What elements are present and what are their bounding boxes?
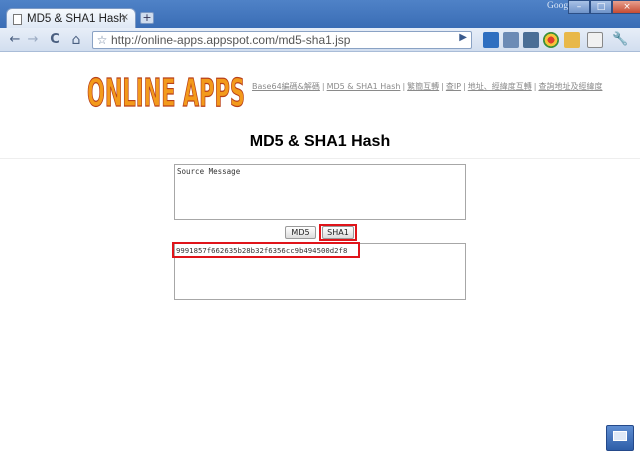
back-arrow-icon[interactable]: ←: [6, 31, 24, 49]
page-title: MD5 & SHA1 Hash: [249, 133, 391, 150]
hash-highlight-box: [172, 242, 360, 258]
svg-text:ONLINE APPS: ONLINE APPS: [87, 71, 245, 115]
wrench-menu-icon[interactable]: 🔧: [612, 32, 628, 48]
nav-link-md5-sha1[interactable]: MD5 & SHA1 Hash: [327, 82, 401, 91]
reload-icon[interactable]: C: [46, 31, 64, 49]
address-bar[interactable]: ☆ http://online-apps.appspot.com/md5-sha…: [92, 31, 472, 49]
address-url[interactable]: http://online-apps.appspot.com/md5-sha1.…: [111, 33, 350, 47]
forward-arrow-icon[interactable]: →: [24, 31, 42, 49]
nav-link-address-coords[interactable]: 地址、經緯度互轉: [468, 82, 532, 91]
close-window-button[interactable]: ×: [612, 0, 640, 14]
home-icon[interactable]: ⌂: [67, 31, 85, 49]
nav-link-traditional-simplified[interactable]: 繁簡互轉: [407, 82, 439, 91]
md5-button[interactable]: MD5: [285, 226, 316, 239]
source-message-input[interactable]: Source Message: [174, 164, 466, 220]
online-apps-logo[interactable]: ONLINE APPS: [85, 60, 247, 116]
nav-link-base64[interactable]: Base64編碼&解碼: [252, 82, 320, 91]
extension-chrome-icon[interactable]: [543, 32, 559, 48]
browser-titlebar: MD5 & SHA1 Hash × + Google – □ ×: [0, 0, 640, 29]
divider: [0, 158, 640, 159]
extension-x-icon[interactable]: [483, 32, 499, 48]
monitor-icon: [613, 431, 627, 441]
window-controls: – □ ×: [568, 0, 640, 14]
extension-puzzle-icon[interactable]: [564, 32, 580, 48]
minimize-button[interactable]: –: [568, 0, 590, 14]
go-icon[interactable]: ▶: [459, 32, 467, 43]
browser-tab[interactable]: MD5 & SHA1 Hash ×: [6, 8, 136, 29]
sha1-highlight-box: [319, 224, 357, 241]
site-nav: Base64編碼&解碼 | MD5 & SHA1 Hash | 繁簡互轉 | 查IP | 地址、…: [252, 82, 603, 91]
maximize-button[interactable]: □: [590, 0, 612, 14]
tab-close-icon[interactable]: ×: [121, 12, 129, 23]
extension-calendar-icon[interactable]: [503, 32, 519, 48]
new-tab-button[interactable]: +: [140, 12, 154, 24]
nav-link-ip-lookup[interactable]: 查IP: [446, 82, 461, 91]
extension-counter-icon[interactable]: [523, 32, 539, 48]
network-tray-icon[interactable]: [606, 425, 634, 451]
bookmark-star-icon[interactable]: ☆: [93, 33, 111, 47]
nav-link-query-address[interactable]: 查詢地址及經緯度: [538, 82, 602, 91]
page-menu-icon[interactable]: [587, 32, 603, 48]
browser-toolbar: ← → C ⌂ ☆ http://online-apps.appspot.com…: [0, 28, 640, 52]
tab-title: MD5 & SHA1 Hash: [27, 13, 126, 25]
page-icon: [13, 13, 22, 25]
